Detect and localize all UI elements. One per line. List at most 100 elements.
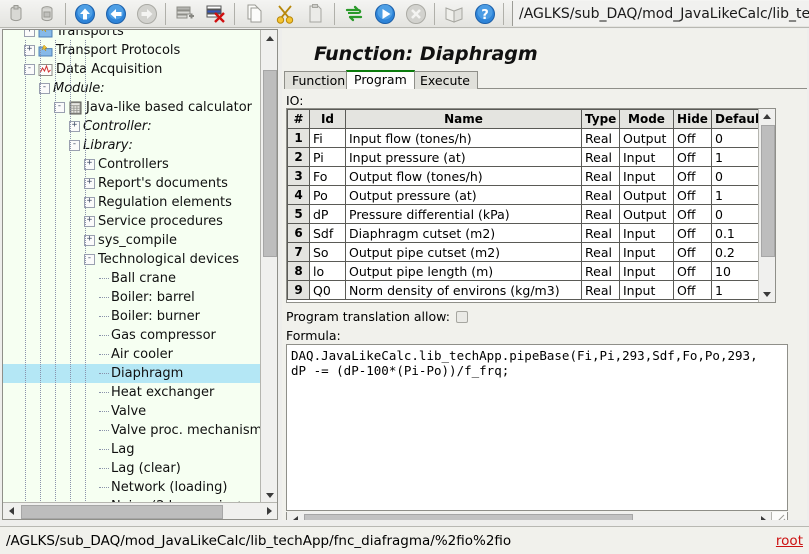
stop-icon[interactable] xyxy=(401,0,430,27)
table-cell[interactable]: 0.1 xyxy=(712,224,760,243)
scroll-down-arrow-icon[interactable] xyxy=(759,287,775,302)
table-cell[interactable]: Off xyxy=(674,129,712,148)
table-cell[interactable]: 0.2 xyxy=(712,243,760,262)
table-cell[interactable]: 9 xyxy=(288,281,310,300)
formula-text[interactable]: DAQ.JavaLikeCalc.lib_techApp.pipeBase(Fi… xyxy=(287,345,787,381)
io-table[interactable]: #IdNameTypeModeHideDefault 1FiInput flow… xyxy=(287,109,760,300)
table-cell[interactable]: 0 xyxy=(712,205,760,224)
table-cell[interactable]: Off xyxy=(674,243,712,262)
table-cell[interactable]: Output xyxy=(620,186,674,205)
table-cell[interactable]: Pressure differential (kPa) xyxy=(346,205,582,224)
scroll-up-arrow-icon[interactable] xyxy=(261,30,278,46)
table-cell[interactable]: Off xyxy=(674,224,712,243)
scroll-right-arrow-icon[interactable] xyxy=(261,503,277,519)
scrollbar-thumb[interactable] xyxy=(263,70,277,257)
table-row[interactable]: 9Q0Norm density of environs (kg/m3)RealI… xyxy=(288,281,760,300)
table-cell[interactable]: 4 xyxy=(288,186,310,205)
table-cell[interactable]: Input xyxy=(620,262,674,281)
table-cell[interactable]: Fo xyxy=(310,167,346,186)
copy-icon[interactable] xyxy=(239,0,268,27)
column-header-[interactable]: # xyxy=(288,110,310,129)
delete-node-icon[interactable] xyxy=(201,0,230,27)
tree-vertical-scrollbar[interactable] xyxy=(260,30,277,503)
table-cell[interactable]: Input xyxy=(620,281,674,300)
save-to-db-icon[interactable] xyxy=(32,0,61,27)
table-cell[interactable]: Real xyxy=(582,148,620,167)
table-cell[interactable]: lo xyxy=(310,262,346,281)
paste-icon[interactable] xyxy=(301,0,330,27)
tab-program[interactable]: Program xyxy=(346,70,415,89)
table-cell[interactable]: Off xyxy=(674,262,712,281)
table-cell[interactable]: 5 xyxy=(288,205,310,224)
table-cell[interactable]: dP xyxy=(310,205,346,224)
status-user[interactable]: root xyxy=(776,533,803,549)
start-icon[interactable] xyxy=(370,0,399,27)
navigation-tree[interactable]: +Transports+Transport Protocols-Data Acq… xyxy=(3,30,261,503)
table-cell[interactable]: 1 xyxy=(712,186,760,205)
scroll-left-arrow-icon[interactable] xyxy=(3,503,19,519)
table-cell[interactable]: Off xyxy=(674,281,712,300)
table-cell[interactable]: Po xyxy=(310,186,346,205)
scrollbar-thumb[interactable] xyxy=(304,514,633,520)
navigate-back-icon[interactable] xyxy=(101,0,130,27)
table-cell[interactable]: Real xyxy=(582,224,620,243)
column-header-type[interactable]: Type xyxy=(582,110,620,129)
table-cell[interactable]: 1 xyxy=(712,281,760,300)
table-cell[interactable]: Input xyxy=(620,167,674,186)
table-row[interactable]: 2PiInput pressure (at)RealInputOff1 xyxy=(288,148,760,167)
navigate-up-icon[interactable] xyxy=(70,0,99,27)
table-row[interactable]: 3FoOutput flow (tones/h)RealInputOff0 xyxy=(288,167,760,186)
table-cell[interactable]: Output xyxy=(620,205,674,224)
column-header-id[interactable]: Id xyxy=(310,110,346,129)
table-cell[interactable]: 2 xyxy=(288,148,310,167)
expand-icon[interactable]: + xyxy=(24,30,35,37)
table-cell[interactable]: Output flow (tones/h) xyxy=(346,167,582,186)
add-node-icon[interactable] xyxy=(170,0,199,27)
table-cell[interactable]: Norm density of environs (kg/m3) xyxy=(346,281,582,300)
cut-icon[interactable] xyxy=(270,0,299,27)
table-cell[interactable]: 1 xyxy=(712,148,760,167)
table-cell[interactable]: Input pressure (at) xyxy=(346,148,582,167)
scrollbar-thumb[interactable] xyxy=(21,505,223,519)
column-header-default[interactable]: Default xyxy=(712,110,760,129)
table-cell[interactable]: Output pipe length (m) xyxy=(346,262,582,281)
table-cell[interactable]: Fi xyxy=(310,129,346,148)
address-bar[interactable]: /AGLKS/sub_DAQ/mod_JavaLikeCalc/lib_tec xyxy=(512,1,809,26)
column-header-mode[interactable]: Mode xyxy=(620,110,674,129)
table-cell[interactable]: Q0 xyxy=(310,281,346,300)
io-table-vertical-scrollbar[interactable] xyxy=(758,109,775,302)
formula-horizontal-scrollbar[interactable] xyxy=(286,512,788,520)
table-cell[interactable]: Output xyxy=(620,129,674,148)
table-cell[interactable]: Output pressure (at) xyxy=(346,186,582,205)
tab-execute[interactable]: Execute xyxy=(412,71,478,89)
table-cell[interactable]: Input xyxy=(620,243,674,262)
table-cell[interactable]: 0 xyxy=(712,129,760,148)
table-cell[interactable]: Real xyxy=(582,243,620,262)
table-cell[interactable]: 7 xyxy=(288,243,310,262)
scroll-up-arrow-icon[interactable] xyxy=(759,109,775,124)
table-cell[interactable]: Input flow (tones/h) xyxy=(346,129,582,148)
table-cell[interactable]: Off xyxy=(674,205,712,224)
help-icon[interactable]: ? xyxy=(470,0,499,27)
manual-icon[interactable] xyxy=(439,0,468,27)
table-cell[interactable]: 6 xyxy=(288,224,310,243)
table-cell[interactable]: Input xyxy=(620,224,674,243)
table-cell[interactable]: Real xyxy=(582,205,620,224)
table-cell[interactable]: Real xyxy=(582,281,620,300)
scroll-left-arrow-icon[interactable] xyxy=(287,512,303,520)
table-row[interactable]: 6SdfDiaphragm cutset (m2)RealInputOff0.1 xyxy=(288,224,760,243)
table-cell[interactable]: 10 xyxy=(712,262,760,281)
refresh-icon[interactable] xyxy=(339,0,368,27)
table-cell[interactable]: 3 xyxy=(288,167,310,186)
column-header-hide[interactable]: Hide xyxy=(674,110,712,129)
scrollbar-thumb[interactable] xyxy=(761,125,775,257)
table-cell[interactable]: Diaphragm cutset (m2) xyxy=(346,224,582,243)
load-from-db-icon[interactable] xyxy=(1,0,30,27)
table-cell[interactable]: 0 xyxy=(712,167,760,186)
table-cell[interactable]: So xyxy=(310,243,346,262)
table-cell[interactable]: Real xyxy=(582,262,620,281)
program-translation-checkbox[interactable] xyxy=(456,311,468,323)
table-cell[interactable]: Real xyxy=(582,186,620,205)
table-cell[interactable]: Off xyxy=(674,148,712,167)
table-row[interactable]: 1FiInput flow (tones/h)RealOutputOff0 xyxy=(288,129,760,148)
